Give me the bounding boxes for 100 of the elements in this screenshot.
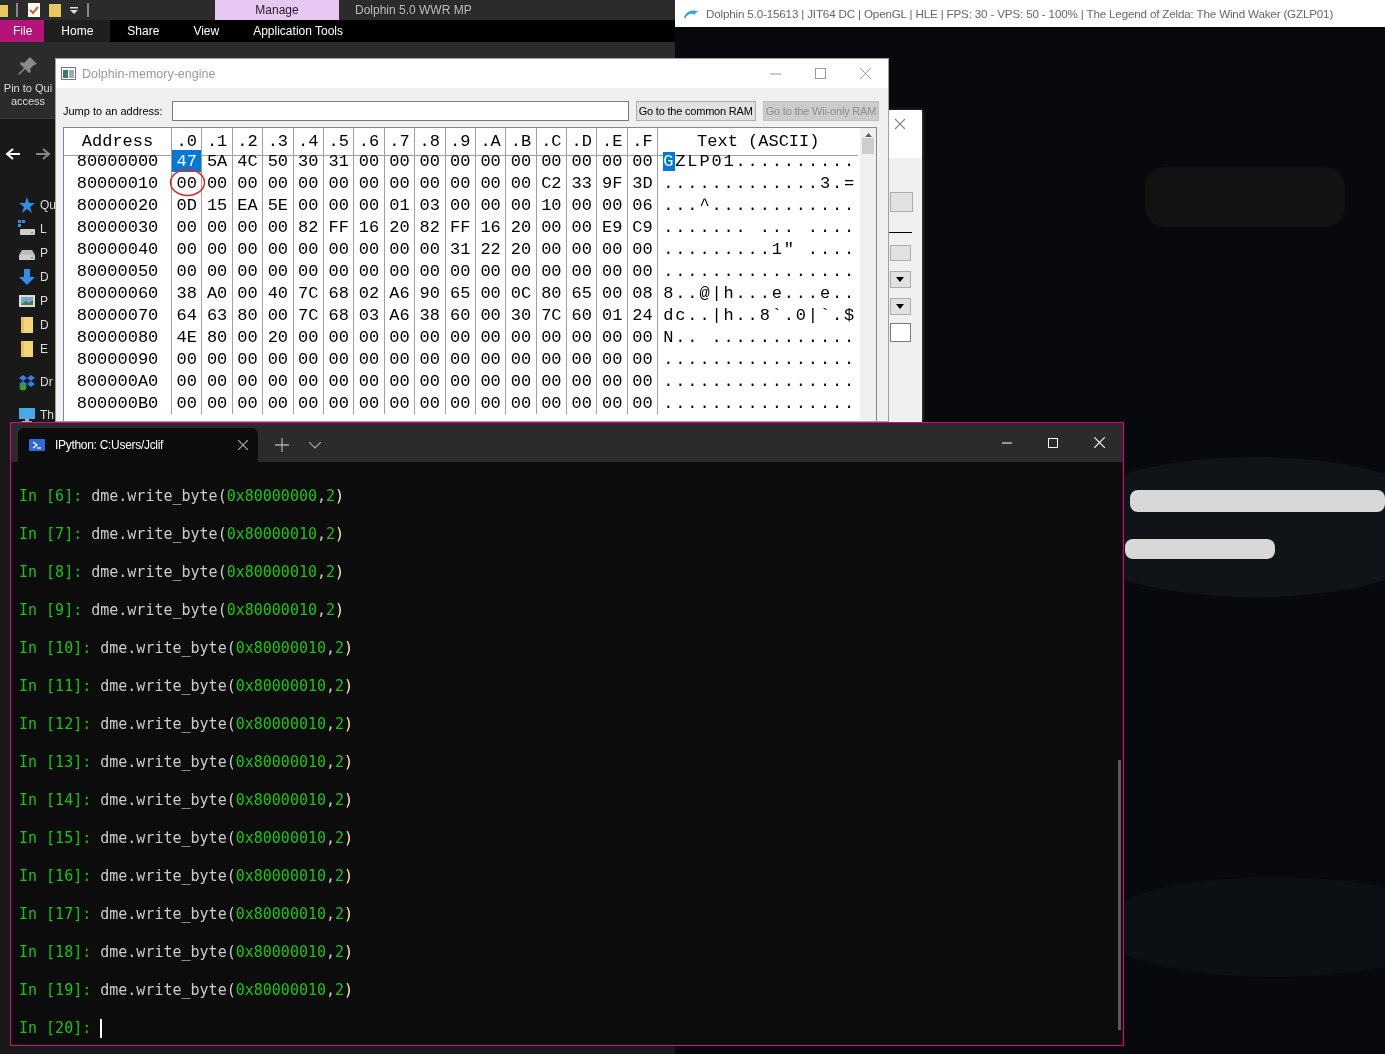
byte-cell[interactable]: 02	[354, 282, 385, 304]
byte-cell[interactable]: 00	[354, 260, 385, 282]
byte-cell[interactable]: 7C	[293, 282, 324, 304]
byte-cell[interactable]: 00	[232, 282, 264, 304]
byte-cell[interactable]: 90	[415, 282, 446, 304]
byte-cell[interactable]: E9	[597, 216, 628, 238]
nav-item[interactable]: L	[40, 222, 47, 236]
byte-cell[interactable]: 00	[384, 260, 416, 282]
byte-cell[interactable]: 00	[536, 260, 568, 282]
ribbon-tab[interactable]: File	[0, 20, 45, 42]
byte-cell[interactable]: 00	[567, 150, 598, 172]
terminal-tab[interactable]: IPython: C:Users/Jclif	[18, 428, 258, 462]
byte-cell[interactable]: 80	[536, 282, 568, 304]
byte-cell[interactable]: 00	[323, 326, 355, 348]
byte-cell[interactable]: 00	[415, 150, 446, 172]
byte-cell[interactable]: EA	[232, 194, 264, 216]
nav-item[interactable]: Th	[40, 408, 54, 422]
byte-cell[interactable]: 00	[384, 370, 416, 392]
nav-item[interactable]: Qu	[40, 198, 56, 212]
byte-cell[interactable]: 00	[475, 370, 507, 392]
byte-cell[interactable]: 00	[567, 238, 598, 260]
byte-cell[interactable]: 00	[597, 392, 628, 414]
byte-cell[interactable]: 00	[536, 370, 568, 392]
byte-cell[interactable]: 7C	[536, 304, 568, 326]
byte-cell[interactable]: 00	[415, 238, 446, 260]
byte-cell[interactable]: 00	[597, 326, 628, 348]
byte-cell[interactable]: 01	[384, 194, 416, 216]
byte-cell[interactable]: 00	[202, 348, 233, 370]
byte-cell[interactable]: 16	[475, 216, 507, 238]
byte-cell[interactable]: 00	[597, 370, 628, 392]
byte-cell[interactable]: 00	[536, 216, 568, 238]
byte-cell[interactable]: 00	[263, 392, 294, 414]
byte-cell[interactable]: 68	[323, 282, 355, 304]
byte-cell[interactable]: 00	[293, 392, 324, 414]
byte-cell[interactable]: A0	[202, 282, 233, 304]
byte-cell[interactable]: 31	[445, 238, 476, 260]
byte-cell[interactable]: 00	[445, 370, 476, 392]
ribbon-tab[interactable]: View	[176, 20, 237, 42]
nav-item[interactable]: E	[40, 342, 48, 356]
byte-cell[interactable]: 00	[293, 172, 324, 194]
byte-cell[interactable]: 16	[354, 216, 385, 238]
byte-cell[interactable]: 00	[202, 370, 233, 392]
byte-cell[interactable]: 00	[415, 326, 446, 348]
byte-cell[interactable]: 00	[384, 348, 416, 370]
byte-cell[interactable]: 15	[202, 194, 233, 216]
byte-cell[interactable]: 00	[323, 194, 355, 216]
byte-cell[interactable]: 00	[354, 392, 385, 414]
byte-cell[interactable]: 00	[475, 348, 507, 370]
byte-cell[interactable]: 4C	[232, 150, 264, 172]
byte-cell[interactable]: 00	[232, 392, 264, 414]
nav-item[interactable]: Dr	[40, 375, 53, 389]
byte-cell[interactable]: 38	[415, 304, 446, 326]
byte-cell[interactable]: 22	[475, 238, 507, 260]
byte-cell[interactable]: 00	[202, 238, 233, 260]
byte-cell[interactable]: 20	[263, 326, 294, 348]
byte-cell[interactable]: FF	[323, 216, 355, 238]
byte-cell[interactable]: 00	[506, 392, 537, 414]
byte-cell[interactable]: 00	[597, 150, 628, 172]
byte-cell[interactable]: 00	[384, 392, 416, 414]
byte-cell[interactable]: 00	[627, 260, 659, 282]
byte-cell[interactable]: 00	[475, 326, 507, 348]
byte-cell[interactable]: 60	[445, 304, 476, 326]
byte-cell[interactable]: 00	[172, 392, 203, 414]
byte-cell[interactable]: 00	[202, 260, 233, 282]
byte-cell[interactable]: 00	[597, 348, 628, 370]
byte-cell[interactable]: 00	[597, 238, 628, 260]
byte-cell[interactable]: 00	[445, 194, 476, 216]
byte-cell[interactable]: 00	[627, 326, 659, 348]
nav-item[interactable]: D	[40, 318, 49, 332]
byte-cell[interactable]: 00	[445, 260, 476, 282]
byte-cell[interactable]: 20	[384, 216, 416, 238]
byte-cell[interactable]: 00	[202, 172, 233, 194]
byte-cell[interactable]: 00	[202, 216, 233, 238]
byte-cell[interactable]: 10	[536, 194, 568, 216]
byte-cell[interactable]: 00	[506, 348, 537, 370]
byte-cell[interactable]: 80	[232, 304, 264, 326]
byte-cell[interactable]: 0C	[506, 282, 537, 304]
byte-cell[interactable]: 00	[415, 392, 446, 414]
byte-cell[interactable]: A6	[384, 304, 416, 326]
byte-cell[interactable]: 33	[567, 172, 598, 194]
byte-cell[interactable]: 00	[263, 304, 294, 326]
byte-cell[interactable]: 08	[627, 282, 659, 304]
byte-cell[interactable]: 00	[232, 370, 264, 392]
byte-cell[interactable]: 00	[384, 326, 416, 348]
byte-cell[interactable]: 00	[172, 370, 203, 392]
byte-cell[interactable]: 00	[536, 348, 568, 370]
byte-cell[interactable]: 00	[172, 172, 203, 194]
byte-cell[interactable]: 00	[475, 194, 507, 216]
byte-cell[interactable]: 00	[536, 150, 568, 172]
byte-cell[interactable]: 00	[354, 194, 385, 216]
byte-cell[interactable]: 00	[354, 370, 385, 392]
byte-cell[interactable]: 00	[263, 348, 294, 370]
byte-cell[interactable]: 00	[354, 348, 385, 370]
byte-cell[interactable]: 00	[506, 172, 537, 194]
byte-cell[interactable]: 47	[172, 150, 203, 172]
nav-item[interactable]: P	[40, 294, 48, 308]
byte-cell[interactable]: 00	[597, 282, 628, 304]
byte-cell[interactable]: 00	[232, 238, 264, 260]
byte-cell[interactable]: 82	[293, 216, 324, 238]
byte-cell[interactable]: 00	[445, 392, 476, 414]
